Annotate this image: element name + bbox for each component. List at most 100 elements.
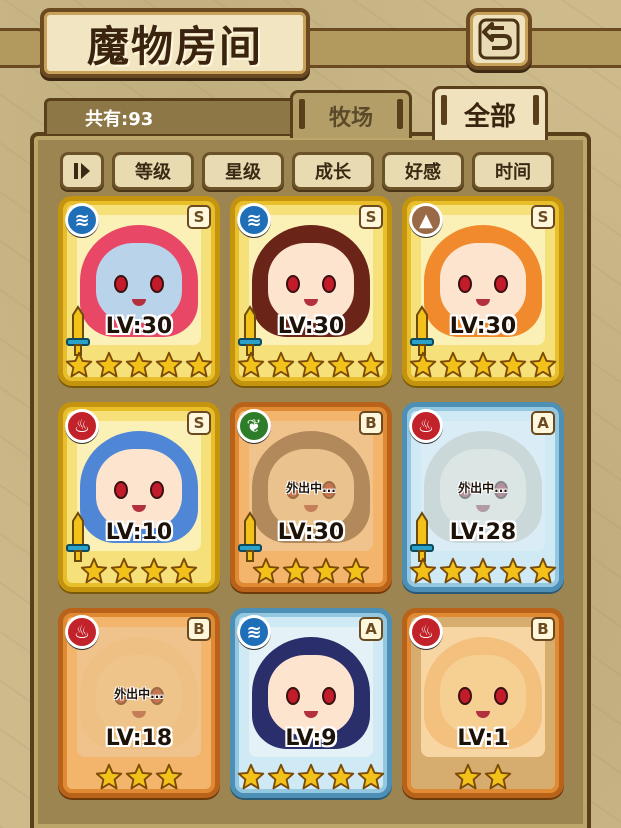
star-icon: [357, 351, 385, 378]
star-icon: [282, 557, 310, 584]
star-rating: [235, 763, 387, 791]
star-icon: [409, 557, 437, 584]
monster-face: [268, 242, 354, 323]
star-icon: [155, 351, 183, 378]
star-icon: [499, 557, 527, 584]
monster-mouth: [304, 504, 318, 512]
tab-pasture[interactable]: 牧场: [290, 90, 412, 138]
star-icon: [342, 557, 370, 584]
star-icon: [267, 763, 295, 790]
monster-mouth: [476, 298, 490, 306]
sort-stars-label: 星级: [225, 162, 261, 183]
star-icon: [125, 763, 153, 790]
star-rating: [407, 351, 559, 379]
monster-card[interactable]: ▲ S LV:30: [402, 196, 564, 386]
count-bar: 共有:93: [44, 98, 304, 134]
fire-element-icon: ♨: [65, 409, 99, 443]
rank-badge: B: [531, 617, 555, 641]
monster-eye: [322, 274, 336, 293]
monster-mouth: [132, 298, 146, 306]
monster-eye: [494, 274, 508, 293]
sort-toggle-icon: [74, 163, 90, 179]
monster-eye: [286, 686, 300, 705]
rank-badge: B: [187, 617, 211, 641]
away-status: 外出中...: [114, 687, 164, 701]
monster-eye: [494, 686, 508, 705]
monster-level: LV:30: [277, 314, 345, 339]
monster-face: [96, 242, 182, 323]
monster-card[interactable]: ❦ B 外出中... LV:30: [230, 402, 392, 592]
sort-time-button[interactable]: 时间: [472, 152, 554, 190]
monster-level: LV:18: [105, 726, 173, 751]
rank-badge: S: [187, 411, 211, 435]
star-icon: [529, 557, 557, 584]
monster-card[interactable]: ♨ S LV:10: [58, 402, 220, 592]
star-rating: [407, 763, 559, 791]
monster-face: [268, 654, 354, 735]
water-element-icon: ≋: [237, 615, 271, 649]
sort-level-button[interactable]: 等级: [112, 152, 194, 190]
star-icon: [454, 763, 482, 790]
rank-badge: A: [359, 617, 383, 641]
away-status: 外出中...: [286, 481, 336, 495]
rank-badge: S: [187, 205, 211, 229]
monster-level: LV:9: [285, 726, 337, 751]
page-title: 魔物房间: [86, 21, 263, 71]
star-icon: [312, 557, 340, 584]
monster-level: LV:30: [277, 520, 345, 545]
monster-eye: [322, 686, 336, 705]
monster-card[interactable]: ♨ B 外出中... LV:18: [58, 608, 220, 798]
star-icon: [185, 351, 213, 378]
monster-eye: [458, 274, 472, 293]
star-icon: [110, 557, 138, 584]
monster-mouth: [476, 710, 490, 718]
sort-growth-label: 成长: [315, 162, 351, 183]
star-rating: [235, 351, 387, 379]
title-plate: 魔物房间: [40, 8, 310, 78]
star-icon: [237, 351, 265, 378]
star-icon: [439, 351, 467, 378]
star-icon: [469, 557, 497, 584]
monster-card[interactable]: ≋ S LV:30: [230, 196, 392, 386]
monster-level: LV:1: [457, 726, 509, 751]
fire-element-icon: ♨: [65, 615, 99, 649]
monster-count: 共有:93: [85, 108, 154, 130]
sort-stars-button[interactable]: 星级: [202, 152, 284, 190]
star-rating: [63, 763, 215, 791]
monster-card[interactable]: ♨ A 外出中... LV:28: [402, 402, 564, 592]
monster-mouth: [476, 504, 490, 512]
sort-affection-button[interactable]: 好感: [382, 152, 464, 190]
monster-mouth: [304, 298, 318, 306]
star-icon: [237, 763, 265, 790]
back-button[interactable]: [466, 8, 532, 70]
rank-badge: S: [359, 205, 383, 229]
fire-element-icon: ♨: [409, 409, 443, 443]
tab-all[interactable]: 全部: [432, 86, 548, 140]
star-icon: [484, 763, 512, 790]
monster-face: [440, 654, 526, 735]
monster-mouth: [304, 710, 318, 718]
sort-affection-label: 好感: [405, 162, 441, 183]
monster-card[interactable]: ≋ A LV:9: [230, 608, 392, 798]
star-icon: [439, 557, 467, 584]
tab-pasture-label: 牧场: [328, 104, 373, 131]
star-icon: [327, 763, 355, 790]
star-rating: [407, 557, 559, 585]
header-bar: [306, 28, 621, 68]
sort-order-button[interactable]: [60, 152, 104, 190]
water-element-icon: ≋: [237, 203, 271, 237]
rank-badge: S: [531, 205, 555, 229]
monster-card[interactable]: ≋ S LV:30: [58, 196, 220, 386]
star-icon: [529, 351, 557, 378]
monster-card[interactable]: ♨ B LV:1: [402, 608, 564, 798]
monster-eye: [150, 274, 164, 293]
star-icon: [297, 351, 325, 378]
star-icon: [297, 763, 325, 790]
sort-growth-button[interactable]: 成长: [292, 152, 374, 190]
star-rating: [63, 351, 215, 379]
star-icon: [140, 557, 168, 584]
monster-eye: [458, 686, 472, 705]
monster-eye: [286, 274, 300, 293]
star-icon: [267, 351, 295, 378]
monster-eye: [114, 480, 128, 499]
